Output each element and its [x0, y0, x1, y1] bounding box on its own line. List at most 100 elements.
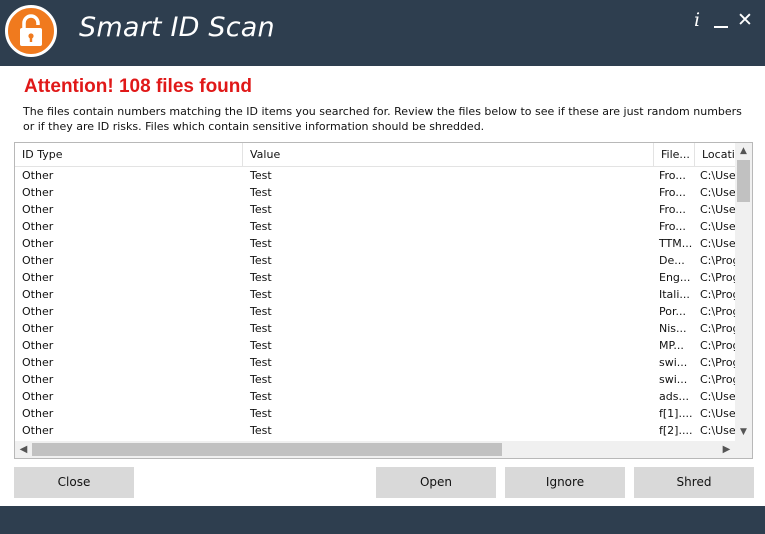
- table-row[interactable]: Other Test ads... C:\User: [15, 388, 735, 405]
- column-location[interactable]: Locatio: [695, 143, 735, 167]
- table-row[interactable]: Other Test Fro... C:\User: [15, 218, 735, 235]
- cell-id-type: Other: [22, 356, 54, 369]
- cell-id-type: Other: [22, 254, 54, 267]
- cell-value: Test: [250, 169, 272, 182]
- cell-file: Fro...: [659, 220, 686, 233]
- table-row[interactable]: Other Test Eng... C:\Prog: [15, 269, 735, 286]
- cell-location: C:\Prog: [700, 305, 735, 318]
- cell-file: Fro...: [659, 186, 686, 199]
- table-row[interactable]: Other Test TTM... C:\User: [15, 235, 735, 252]
- table-row[interactable]: Other Test Fro... C:\User: [15, 201, 735, 218]
- cell-value: Test: [250, 220, 272, 233]
- cell-file: MP...: [659, 339, 684, 352]
- shred-button[interactable]: Shred: [634, 467, 754, 498]
- cell-location: C:\User: [700, 424, 735, 437]
- cell-location: C:\Prog: [700, 271, 735, 284]
- cell-file: swi...: [659, 356, 688, 369]
- cell-file: De...: [659, 254, 685, 267]
- column-id-type[interactable]: ID Type: [15, 143, 243, 167]
- cell-file: TTM...: [659, 237, 693, 250]
- cell-value: Test: [250, 322, 272, 335]
- cell-location: C:\User: [700, 237, 735, 250]
- lock-icon: [5, 5, 57, 57]
- cell-location: C:\User: [700, 169, 735, 182]
- cell-file: Itali...: [659, 288, 690, 301]
- column-value[interactable]: Value: [243, 143, 654, 167]
- scroll-left-arrow-icon[interactable]: ◀: [15, 441, 32, 458]
- list-header: ID Type Value File... Locatio: [15, 143, 752, 167]
- minimize-button[interactable]: [712, 10, 730, 30]
- table-row[interactable]: Other Test swi... C:\Prog: [15, 371, 735, 388]
- cell-value: Test: [250, 373, 272, 386]
- minimize-icon: [714, 26, 728, 28]
- cell-file: Por...: [659, 305, 686, 318]
- cell-file: Fro...: [659, 169, 686, 182]
- close-window-button[interactable]: ✕: [736, 10, 754, 30]
- cell-value: Test: [250, 390, 272, 403]
- ignore-button[interactable]: Ignore: [505, 467, 625, 498]
- cell-value: Test: [250, 237, 272, 250]
- cell-id-type: Other: [22, 339, 54, 352]
- cell-id-type: Other: [22, 424, 54, 437]
- cell-id-type: Other: [22, 390, 54, 403]
- cell-id-type: Other: [22, 237, 54, 250]
- table-row[interactable]: Other Test Nis... C:\Prog: [15, 320, 735, 337]
- cell-location: C:\Prog: [700, 254, 735, 267]
- cell-location: C:\Prog: [700, 339, 735, 352]
- cell-id-type: Other: [22, 305, 54, 318]
- cell-location: C:\User: [700, 203, 735, 216]
- cell-id-type: Other: [22, 271, 54, 284]
- cell-file: swi...: [659, 373, 688, 386]
- info-button[interactable]: i: [688, 10, 706, 30]
- table-row[interactable]: Other Test Itali... C:\Prog: [15, 286, 735, 303]
- cell-location: C:\User: [700, 186, 735, 199]
- table-row[interactable]: Other Test Fro... C:\User: [15, 167, 735, 184]
- table-row[interactable]: Other Test Por... C:\Prog: [15, 303, 735, 320]
- table-row[interactable]: Other Test f[2].... C:\User: [15, 422, 735, 439]
- cell-id-type: Other: [22, 322, 54, 335]
- cell-id-type: Other: [22, 203, 54, 216]
- vertical-scroll-thumb[interactable]: [737, 160, 750, 202]
- vertical-scrollbar[interactable]: ▲ ▼: [735, 143, 752, 441]
- table-row[interactable]: Other Test Fro... C:\User: [15, 184, 735, 201]
- table-row[interactable]: Other Test swi... C:\Prog: [15, 354, 735, 371]
- cell-location: C:\User: [700, 407, 735, 420]
- cell-value: Test: [250, 305, 272, 318]
- cell-location: C:\Prog: [700, 356, 735, 369]
- cell-id-type: Other: [22, 373, 54, 386]
- scrollbar-corner: [735, 441, 752, 458]
- table-row[interactable]: Other Test f[1].... C:\User: [15, 405, 735, 422]
- cell-value: Test: [250, 407, 272, 420]
- cell-value: Test: [250, 186, 272, 199]
- column-file[interactable]: File...: [654, 143, 695, 167]
- bottom-bar: [0, 506, 765, 534]
- cell-file: Nis...: [659, 322, 687, 335]
- cell-value: Test: [250, 339, 272, 352]
- cell-id-type: Other: [22, 220, 54, 233]
- cell-location: C:\Prog: [700, 322, 735, 335]
- cell-file: Eng...: [659, 271, 691, 284]
- cell-id-type: Other: [22, 288, 54, 301]
- attention-heading: Attention! 108 files found: [24, 76, 252, 97]
- title-bar: Smart ID Scan i ✕: [0, 0, 765, 66]
- close-button[interactable]: Close: [14, 467, 134, 498]
- cell-value: Test: [250, 424, 272, 437]
- scroll-down-arrow-icon[interactable]: ▼: [735, 424, 752, 441]
- description-text: The files contain numbers matching the I…: [23, 105, 742, 133]
- cell-id-type: Other: [22, 169, 54, 182]
- horizontal-scrollbar[interactable]: ◀ ▶: [15, 441, 752, 458]
- table-row[interactable]: Other Test De... C:\Prog: [15, 252, 735, 269]
- scroll-right-arrow-icon[interactable]: ▶: [718, 441, 735, 458]
- table-row[interactable]: Other Test MP... C:\Prog: [15, 337, 735, 354]
- cell-file: ads...: [659, 390, 689, 403]
- open-button[interactable]: Open: [376, 467, 496, 498]
- scroll-up-arrow-icon[interactable]: ▲: [735, 143, 752, 160]
- results-list[interactable]: ID Type Value File... Locatio Other Test F…: [14, 142, 753, 459]
- cell-value: Test: [250, 203, 272, 216]
- list-rows: Other Test Fro... C:\User Other Test Fro... C:…: [15, 167, 735, 439]
- main-panel: Attention! 108 files found The files con…: [0, 66, 765, 506]
- horizontal-scroll-thumb[interactable]: [32, 443, 502, 456]
- cell-id-type: Other: [22, 186, 54, 199]
- cell-file: f[1]....: [659, 407, 693, 420]
- cell-location: C:\User: [700, 220, 735, 233]
